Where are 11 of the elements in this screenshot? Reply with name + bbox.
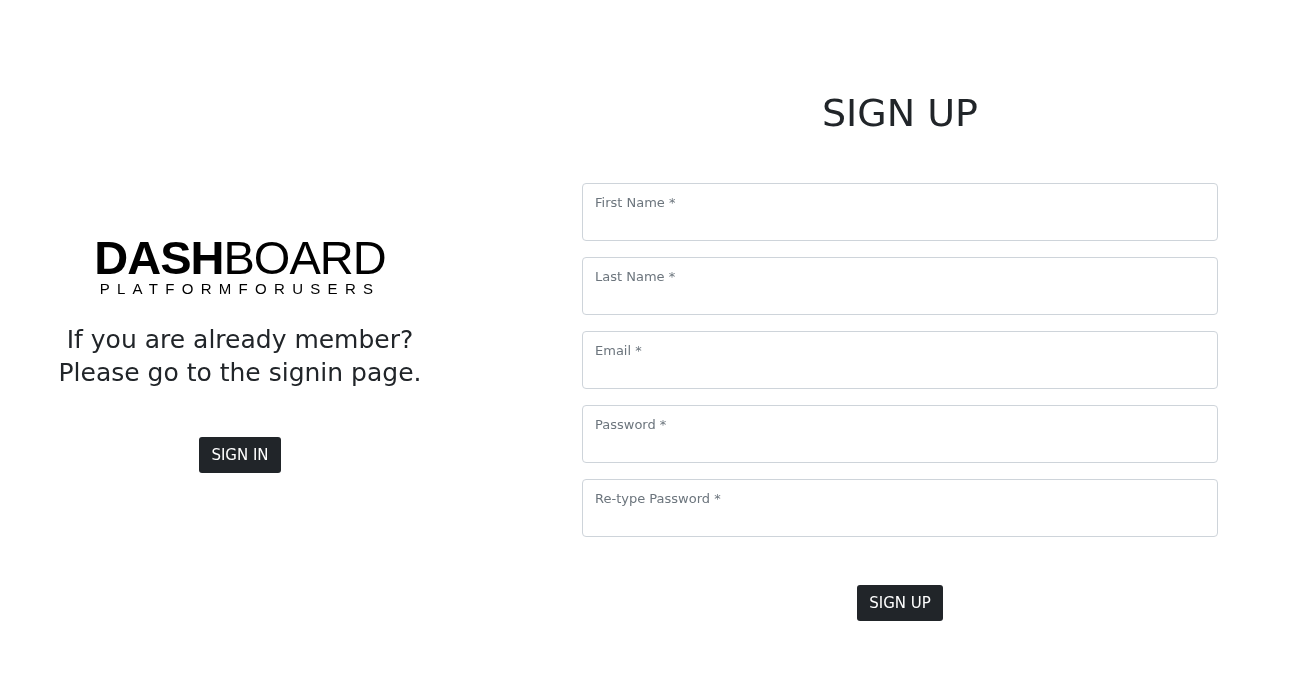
- sign-up-button[interactable]: SIGN UP: [857, 585, 943, 621]
- input-field[interactable]: Password *: [582, 405, 1218, 463]
- input-field[interactable]: First Name *: [582, 183, 1218, 241]
- page-title: SIGN UP: [822, 90, 978, 136]
- message-text: If you are already member?: [65, 324, 415, 356]
- message-text: Please go to the signin page.: [58, 357, 422, 389]
- input-field[interactable]: Last Name *: [582, 257, 1218, 315]
- input-field[interactable]: Re-type Password *: [582, 479, 1218, 537]
- sign-in-button[interactable]: SIGN IN: [199, 437, 281, 473]
- input-field[interactable]: Email *: [582, 331, 1218, 389]
- logo: DASHBOARD PLATFORMFORUSERS: [94, 236, 386, 297]
